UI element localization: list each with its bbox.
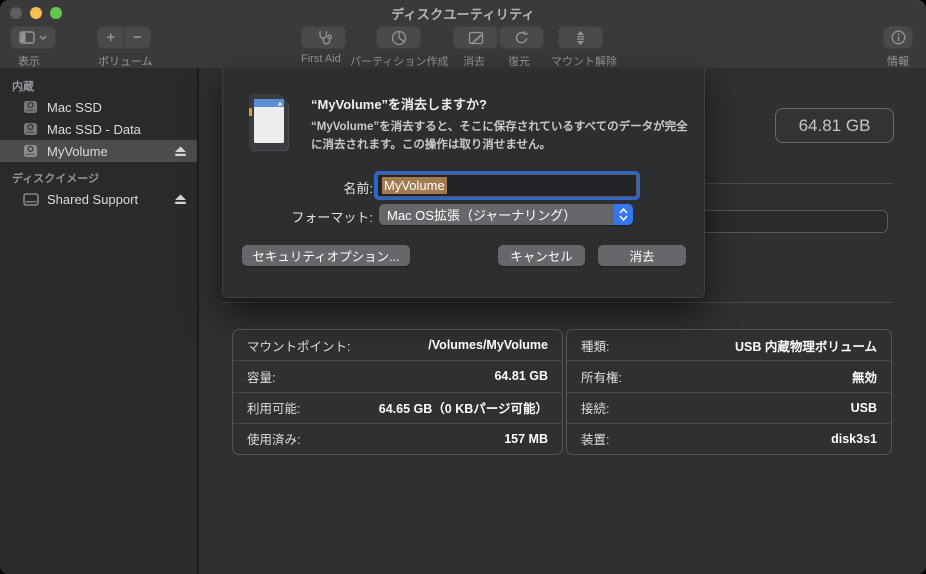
info-row: 容量: 64.81 GB — [233, 360, 562, 391]
dialog-body-text: “MyVolume”を消去すると、そこに保存されているすべてのデータが完全に消去… — [311, 121, 688, 152]
info-row: 所有権: 無効 — [567, 360, 891, 391]
unmount-label: マウント解除 — [551, 56, 617, 68]
eject-icon[interactable] — [174, 146, 187, 157]
eject-icon[interactable] — [174, 194, 187, 205]
view-label: 表示 — [18, 56, 40, 68]
dialog-title: “MyVolume”を消去しますか? — [311, 97, 487, 112]
info-label: 情報 — [887, 56, 909, 68]
info-value: 157 MB — [504, 431, 548, 446]
internal-drive-icon — [22, 122, 39, 136]
disk-image-icon — [22, 192, 39, 206]
security-options-button[interactable]: セキュリティオプション... — [242, 245, 410, 266]
info-label: 使用済み: — [247, 433, 301, 448]
popup-stepper-icon — [614, 204, 633, 225]
sidebar: 内蔵 Mac SSD Mac SSD - Data MyVolume ディスクイ… — [0, 68, 199, 574]
toolbar: 表示 + − ボリューム First Aid パーティション作成 消去 復元 マ… — [0, 22, 926, 69]
info-row: 接続: USB — [567, 391, 891, 423]
restore-arrow-icon — [514, 30, 529, 45]
restore-button[interactable] — [499, 26, 544, 49]
disk-utility-window: ディスクユーティリティ 表示 + − ボリューム First Aid パーティシ… — [0, 0, 926, 574]
info-value: 64.65 GB（0 KBパージ可能） — [378, 402, 548, 417]
info-button[interactable] — [883, 26, 913, 49]
info-value: 64.81 GB — [494, 369, 548, 384]
sd-card-icon — [249, 92, 291, 152]
volume-label: ボリューム — [98, 56, 153, 68]
format-selected-option: Mac OS拡張（ジャーナリング） — [387, 208, 577, 223]
partition-pie-icon — [391, 30, 407, 46]
info-value: disk3s1 — [831, 431, 877, 446]
volume-name-input[interactable]: MyVolume — [377, 174, 637, 197]
info-label: 所有権: — [581, 370, 622, 385]
sidebar-section-disk-images: ディスクイメージ — [12, 173, 100, 185]
unmount-button[interactable] — [558, 26, 603, 49]
add-volume-button[interactable]: + — [98, 26, 124, 49]
sidebar-item-shared-support[interactable]: Shared Support — [0, 188, 197, 210]
sidebar-item-label: Mac SSD - Data — [47, 121, 141, 137]
remove-volume-button[interactable]: − — [125, 26, 151, 49]
volume-add-remove-buttons[interactable]: + − — [97, 26, 151, 49]
eraser-icon — [468, 31, 484, 45]
volume-info-table-right: 種類: USB 内蔵物理ボリューム 所有権: 無効 接続: USB 装置: di… — [566, 329, 892, 455]
name-field-label: 名前: — [343, 181, 373, 196]
info-label: 装置: — [581, 433, 610, 448]
info-label: マウントポイント: — [247, 339, 351, 354]
info-circle-icon — [891, 30, 906, 45]
first-aid-button[interactable] — [301, 26, 346, 49]
capacity-badge: 64.81 GB — [775, 108, 894, 143]
sidebar-item-label: MyVolume — [47, 143, 108, 159]
info-label: 利用可能: — [247, 402, 301, 417]
erase-toolbar-label: 消去 — [463, 56, 485, 68]
chevron-down-icon — [39, 35, 47, 40]
partition-button[interactable] — [376, 26, 421, 49]
cancel-button[interactable]: キャンセル — [498, 245, 585, 266]
info-row: 使用済み: 157 MB — [233, 422, 562, 454]
info-row: マウントポイント: /Volumes/MyVolume — [233, 330, 562, 360]
divider — [222, 302, 893, 303]
info-value: USB — [850, 400, 877, 415]
sidebar-pane-icon — [19, 31, 35, 44]
sidebar-item-label: Shared Support — [47, 191, 139, 207]
window-title: ディスクユーティリティ — [391, 7, 535, 22]
sidebar-item-mac-ssd-data[interactable]: Mac SSD - Data — [0, 118, 197, 140]
info-row: 装置: disk3s1 — [567, 422, 891, 454]
sidebar-item-label: Mac SSD — [47, 99, 102, 115]
partition-label: パーティション作成 — [350, 56, 449, 68]
volume-info-table-left: マウントポイント: /Volumes/MyVolume 容量: 64.81 GB… — [232, 329, 563, 455]
info-label: 接続: — [581, 402, 610, 417]
erase-volume-dialog: “MyVolume”を消去しますか? “MyVolume”を消去すると、そこに保… — [222, 68, 705, 298]
sidebar-item-mac-ssd[interactable]: Mac SSD — [0, 96, 197, 118]
unmount-spindle-icon — [574, 30, 587, 46]
title-bar: ディスクユーティリティ — [0, 0, 926, 22]
info-value: USB 内蔵物理ボリューム — [735, 339, 877, 354]
info-row: 利用可能: 64.65 GB（0 KBパージ可能） — [233, 391, 562, 423]
restore-label: 復元 — [508, 56, 530, 68]
sidebar-item-myvolume-selected[interactable]: MyVolume — [0, 140, 197, 162]
erase-button[interactable]: 消去 — [598, 245, 686, 266]
internal-drive-icon — [22, 144, 39, 158]
stethoscope-icon — [316, 30, 332, 45]
format-field-label: フォーマット: — [291, 210, 373, 225]
view-button[interactable] — [10, 26, 56, 49]
first-aid-label: First Aid — [301, 53, 341, 65]
erase-toolbar-button[interactable] — [453, 26, 498, 49]
info-value: 無効 — [851, 370, 877, 385]
info-label: 容量: — [247, 370, 276, 385]
internal-drive-icon — [22, 100, 39, 114]
sidebar-section-internal: 内蔵 — [12, 81, 34, 93]
selected-text: MyVolume — [382, 177, 447, 194]
info-value: /Volumes/MyVolume — [428, 338, 548, 353]
format-select[interactable]: Mac OS拡張（ジャーナリング） — [379, 204, 633, 225]
info-row: 種類: USB 内蔵物理ボリューム — [567, 330, 891, 360]
info-label: 種類: — [581, 339, 610, 354]
